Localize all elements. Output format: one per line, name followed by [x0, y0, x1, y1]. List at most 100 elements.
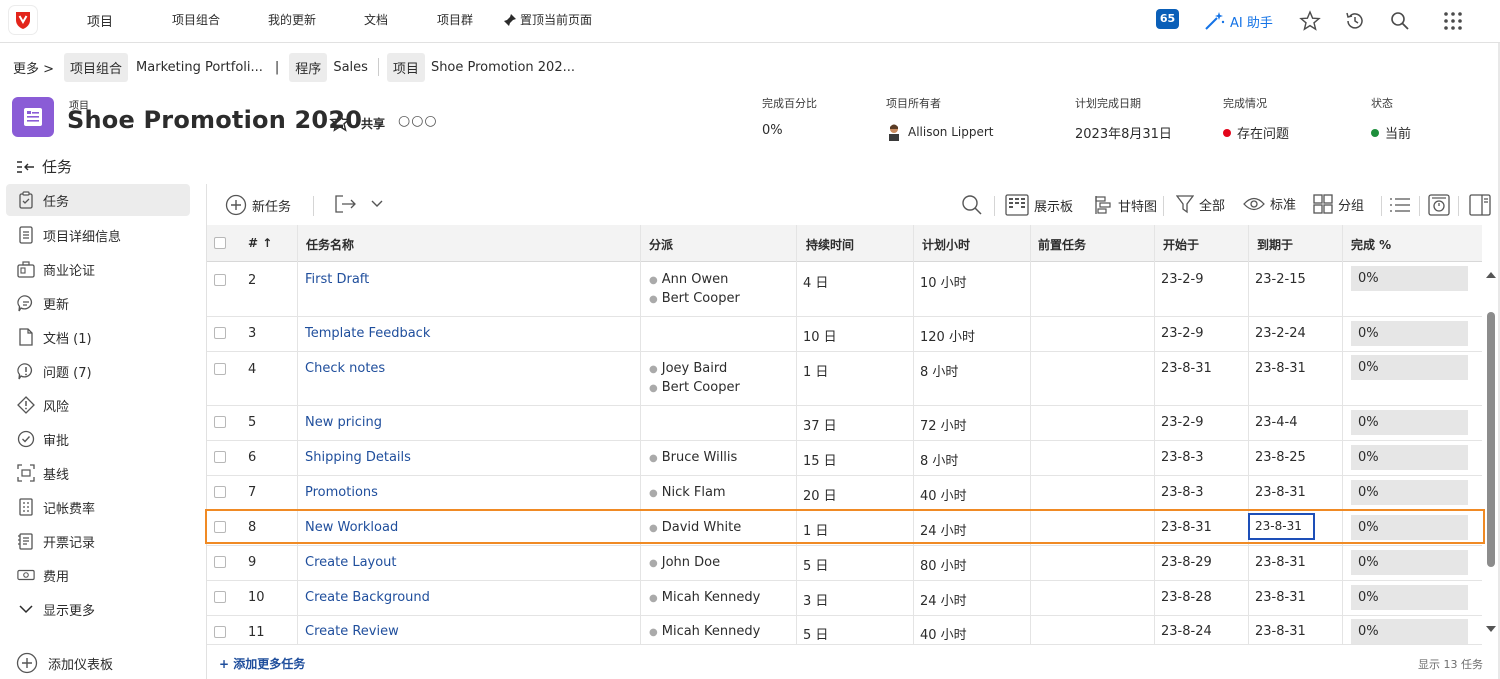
sidebar-item-baselines[interactable]: 基线: [0, 456, 200, 490]
scrollbar-thumb[interactable]: [1487, 312, 1495, 567]
percent-complete-cell[interactable]: 0%: [1351, 550, 1468, 575]
scroll-up-icon[interactable]: [1485, 271, 1497, 279]
percent-complete-cell[interactable]: 0%: [1351, 619, 1468, 644]
start-date-cell[interactable]: 23-2-9: [1161, 272, 1203, 287]
assignee[interactable]: ● John Doe: [649, 555, 720, 570]
breadcrumb-portfolio-link[interactable]: Marketing Portfoli...: [136, 60, 263, 75]
duration-cell[interactable]: 20 日: [803, 485, 837, 504]
sidebar-item-approvals[interactable]: 审批: [0, 422, 200, 456]
duration-cell[interactable]: 37 日: [803, 415, 837, 434]
task-name-link[interactable]: Template Feedback: [305, 326, 430, 341]
board-view-button[interactable]: 展示板: [1005, 194, 1073, 216]
task-name-link[interactable]: New Workload: [305, 520, 398, 535]
add-dashboard-button[interactable]: 添加仪表板: [16, 652, 113, 674]
start-date-cell[interactable]: 23-8-29: [1161, 555, 1212, 570]
column-header-assignments[interactable]: 分派: [649, 236, 673, 253]
duration-cell[interactable]: 5 日: [803, 624, 828, 643]
duration-cell[interactable]: 10 日: [803, 326, 837, 345]
select-all-checkbox[interactable]: [214, 237, 226, 249]
planned-hours-cell[interactable]: 24 小时: [920, 520, 967, 539]
start-date-cell[interactable]: 23-2-9: [1161, 415, 1203, 430]
duration-cell[interactable]: 1 日: [803, 520, 828, 539]
table-scrollbar[interactable]: [1484, 262, 1498, 644]
due-date-input-value[interactable]: 23-8-31: [1255, 519, 1302, 533]
planned-hours-cell[interactable]: 10 小时: [920, 272, 967, 291]
column-header-percent-complete[interactable]: 完成 %: [1351, 236, 1391, 253]
meta-value[interactable]: 当前: [1385, 123, 1411, 142]
planned-hours-cell[interactable]: 120 小时: [920, 326, 975, 345]
column-header-predecessors[interactable]: 前置任务: [1038, 236, 1086, 253]
task-name-link[interactable]: Create Review: [305, 624, 399, 639]
due-date-cell[interactable]: 23-2-24: [1255, 326, 1306, 341]
table-row[interactable]: 10 Create Background ● Micah Kennedy 3 日 …: [207, 581, 1482, 616]
breadcrumb-program-link[interactable]: Sales: [333, 60, 368, 75]
due-date-cell[interactable]: 23-4-4: [1255, 415, 1297, 430]
filter-button[interactable]: 全部: [1176, 194, 1225, 214]
sidebar-item-updates[interactable]: 更新: [0, 286, 200, 320]
sidebar-item-issues[interactable]: 问题 (7): [0, 354, 200, 388]
assignee[interactable]: ● Micah Kennedy: [649, 624, 760, 639]
column-header-planned-hours[interactable]: 计划小时: [922, 236, 970, 253]
task-name-link[interactable]: First Draft: [305, 272, 369, 287]
sidebar-item-tasks[interactable]: 任务: [6, 184, 190, 216]
list-density-icon[interactable]: [1389, 196, 1411, 214]
task-name-link[interactable]: New pricing: [305, 415, 382, 430]
table-row[interactable]: 3 Template Feedback 10 日 120 小时 23-2-9 2…: [207, 317, 1482, 352]
planned-hours-cell[interactable]: 80 小时: [920, 555, 967, 574]
planned-hours-cell[interactable]: 72 小时: [920, 415, 967, 434]
nav-my-updates[interactable]: 我的更新: [268, 11, 316, 28]
export-button[interactable]: [334, 194, 383, 214]
group-button[interactable]: 分组: [1313, 194, 1364, 214]
row-checkbox[interactable]: [214, 416, 226, 428]
due-date-cell[interactable]: 23-8-25: [1255, 450, 1306, 465]
percent-complete-cell[interactable]: 0%: [1351, 480, 1468, 505]
table-row[interactable]: 9 Create Layout ● John Doe 5 日 80 小时 23-8…: [207, 546, 1482, 581]
nav-programs[interactable]: 项目群: [437, 11, 473, 28]
column-header-start-date[interactable]: 开始于: [1163, 236, 1199, 253]
start-date-cell[interactable]: 23-8-28: [1161, 590, 1212, 605]
breadcrumb-project-link[interactable]: Shoe Promotion 202...: [431, 60, 575, 75]
meta-value[interactable]: Allison Lippert: [908, 125, 994, 139]
percent-complete-cell[interactable]: 0%: [1351, 515, 1468, 540]
table-row[interactable]: 5 New pricing 37 日 72 小时 23-2-9 23-4-4 0…: [207, 406, 1482, 441]
planned-hours-cell[interactable]: 8 小时: [920, 450, 958, 469]
sidebar-item-business-case[interactable]: 商业论证: [0, 252, 200, 286]
start-date-cell[interactable]: 23-8-3: [1161, 485, 1203, 500]
breadcrumb-more[interactable]: 更多 >: [13, 58, 54, 77]
start-date-cell[interactable]: 23-8-31: [1161, 520, 1212, 535]
notification-badge[interactable]: 65: [1156, 9, 1179, 29]
meta-value[interactable]: 存在问题: [1237, 123, 1289, 142]
percent-complete-cell[interactable]: 0%: [1351, 585, 1468, 610]
favorite-star-icon[interactable]: [329, 111, 351, 133]
new-task-button[interactable]: 新任务: [225, 194, 291, 216]
task-name-link[interactable]: Create Layout: [305, 555, 397, 570]
row-checkbox[interactable]: [214, 626, 226, 638]
duration-cell[interactable]: 4 日: [803, 272, 828, 291]
ai-assistant-button[interactable]: AI 助手: [1204, 11, 1273, 31]
row-checkbox[interactable]: [214, 451, 226, 463]
favorites-star-icon[interactable]: [1299, 10, 1321, 32]
due-date-cell[interactable]: 23-2-15: [1255, 272, 1306, 287]
planned-hours-cell[interactable]: 40 小时: [920, 624, 967, 643]
planned-hours-cell[interactable]: 40 小时: [920, 485, 967, 504]
row-checkbox[interactable]: [214, 327, 226, 339]
table-row[interactable]: 2 First Draft ● Ann Owen ● Bert Cooper 4 日…: [207, 262, 1482, 317]
nav-projects[interactable]: 项目: [87, 11, 113, 30]
due-date-cell[interactable]: 23-8-31: [1255, 361, 1306, 376]
table-row[interactable]: 6 Shipping Details ● Bruce Willis 15 日 8 …: [207, 441, 1482, 476]
sidebar-item-billing-records[interactable]: 开票记录: [0, 524, 200, 558]
start-date-cell[interactable]: 23-8-31: [1161, 361, 1212, 376]
duration-cell[interactable]: 15 日: [803, 450, 837, 469]
percent-complete-cell[interactable]: 0%: [1351, 355, 1468, 380]
side-panel-icon[interactable]: [1469, 194, 1491, 216]
start-date-cell[interactable]: 23-8-24: [1161, 624, 1212, 639]
avatar[interactable]: [886, 123, 902, 141]
apps-grid-icon[interactable]: [1442, 10, 1464, 32]
sidebar-item-risks[interactable]: 风险: [0, 388, 200, 422]
due-date-cell[interactable]: 23-8-31: [1255, 590, 1306, 605]
table-row[interactable]: 7 Promotions ● Nick Flam 20 日 40 小时 23-8-…: [207, 476, 1482, 511]
search-icon[interactable]: [961, 194, 983, 216]
planned-hours-cell[interactable]: 24 小时: [920, 590, 967, 609]
task-name-link[interactable]: Create Background: [305, 590, 430, 605]
nav-portfolios[interactable]: 项目组合: [172, 11, 220, 28]
